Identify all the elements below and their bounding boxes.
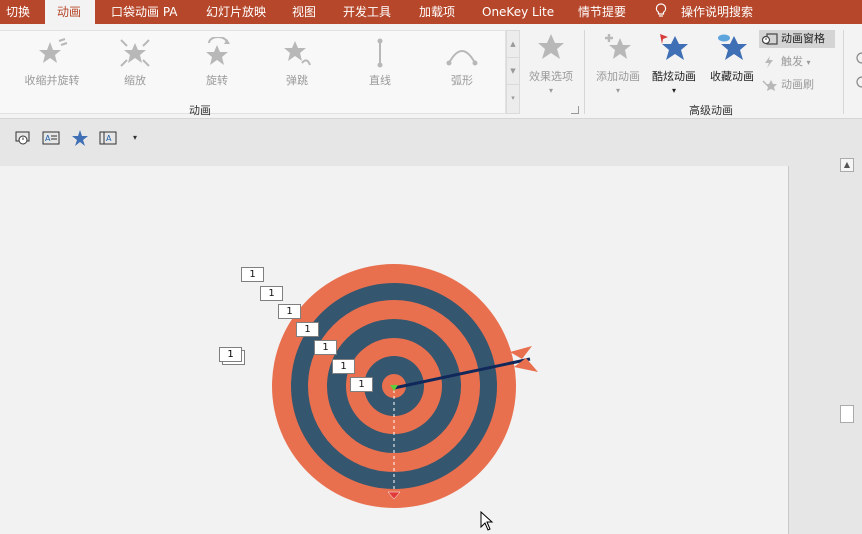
animation-pane-icon [762, 33, 778, 45]
tab-animations[interactable]: 动画 [45, 0, 95, 24]
cursor-icon [480, 511, 494, 531]
tab-onekey-lite[interactable]: OneKey Lite [482, 0, 554, 24]
timing-options-partial [856, 52, 862, 88]
target-graphic [272, 264, 538, 508]
animation-gallery: 收缩并旋转 缩放 旋转 弹跳 直线 弧形 [0, 30, 506, 114]
svg-text:A: A [106, 134, 112, 143]
gallery-item-label: 缩放 [124, 74, 146, 87]
star-shrink-spin-icon [39, 38, 68, 63]
animation-painter-label: 动画刷 [781, 78, 814, 91]
animation-painter-button[interactable]: 动画刷 [759, 76, 835, 94]
tab-view[interactable]: 视图 [292, 0, 316, 24]
stacked-order-tag[interactable]: 1 [219, 347, 245, 365]
favorite-animation-label: 收藏动画 [710, 70, 754, 83]
quick-toolbar: A A ▾ [0, 120, 862, 156]
group-label-advanced-animation: 高级动画 [689, 104, 733, 117]
arc-path-icon [446, 50, 478, 66]
animation-order-tag[interactable]: 1 [296, 322, 319, 337]
cool-animation-label: 酷炫动画 [652, 70, 696, 83]
animation-order-tag[interactable]: 1 [260, 286, 283, 301]
dialog-launcher-icon[interactable] [571, 106, 579, 114]
gallery-zoom[interactable]: 缩放 [100, 37, 170, 93]
tab-addins[interactable]: 加载项 [419, 0, 455, 24]
favorite-animation-button[interactable]: 收藏动画 [705, 32, 759, 84]
gallery-more[interactable]: ▾ [507, 85, 519, 112]
star-zoom-icon [120, 39, 150, 67]
animation-order-tag[interactable]: 1 [332, 359, 355, 374]
effect-options-label: 效果选项 [529, 70, 573, 83]
tab-pocket-animation[interactable]: 口袋动画 PA [111, 0, 178, 24]
chevron-down-icon: ▾ [671, 86, 676, 95]
trigger-button[interactable]: 触发 ▾ [759, 53, 835, 71]
tab-transitions[interactable]: 切换 [6, 0, 30, 24]
star-icon[interactable] [71, 129, 89, 147]
gallery-shrink-spin[interactable]: 收缩并旋转 [17, 37, 87, 93]
group-label-animation: 动画 [189, 104, 211, 117]
animation-order-tag[interactable]: 1 [278, 304, 301, 319]
gallery-item-label: 直线 [369, 74, 391, 87]
favorite-animation-icon [718, 34, 747, 60]
gallery-spin[interactable]: 旋转 [182, 37, 252, 93]
add-animation-label: 添加动画 [596, 70, 640, 83]
arrow-fletching-bottom[interactable] [514, 358, 538, 372]
effect-options-button[interactable]: 效果选项 ▾ [523, 32, 579, 95]
chevron-down-icon: ▾ [548, 86, 553, 95]
gallery-scrollbar[interactable]: ▲ ▼ ▾ [506, 30, 520, 114]
preview-icon[interactable] [14, 129, 32, 147]
ribbon-panel: 收缩并旋转 缩放 旋转 弹跳 直线 弧形 ▲ ▼ ▾ 效果选项 ▾ 动画 添加动… [0, 24, 862, 119]
animation-painter-icon [762, 80, 777, 91]
slide-canvas[interactable]: 1 1 1 1 1 1 1 1 [0, 166, 789, 534]
trigger-label: 触发 [781, 55, 803, 68]
vertical-scrollbar[interactable]: ▲ [838, 156, 856, 534]
animation-pane-label: 动画窗格 [781, 32, 825, 45]
animation-order-tag[interactable]: 1 [314, 340, 337, 355]
trigger-icon [765, 56, 773, 68]
lightbulb-icon [655, 3, 667, 17]
gallery-item-label: 收缩并旋转 [24, 74, 80, 87]
scroll-thumb[interactable] [840, 405, 854, 423]
ribbon-tab-bar: 切换 动画 口袋动画 PA 幻灯片放映 视图 开发工具 加载项 OneKey L… [0, 0, 862, 24]
gallery-item-label: 旋转 [206, 74, 228, 87]
gallery-bounce[interactable]: 弹跳 [262, 37, 332, 93]
textbox-icon[interactable]: A [42, 129, 60, 147]
chevron-down-icon: ▾ [806, 58, 811, 67]
gallery-arc-path[interactable]: 弧形 [427, 37, 497, 93]
arrow-fletching-top[interactable] [510, 346, 532, 359]
line-path-icon [377, 38, 383, 68]
add-animation-icon [605, 34, 631, 59]
tab-developer[interactable]: 开发工具 [343, 0, 391, 24]
gallery-scroll-down[interactable]: ▼ [507, 58, 519, 85]
gallery-item-label: 弧形 [451, 74, 473, 87]
tab-storyboard[interactable]: 情节提要 [578, 0, 626, 24]
tab-slideshow[interactable]: 幻灯片放映 [206, 0, 266, 24]
animation-order-tag[interactable]: 1 [350, 377, 373, 392]
animation-pane-button[interactable]: 动画窗格 [759, 30, 835, 48]
gallery-item-label: 弹跳 [286, 74, 308, 87]
cool-animation-button[interactable]: 酷炫动画 ▾ [647, 32, 701, 95]
scroll-up-button[interactable]: ▲ [840, 158, 854, 172]
chevron-down-icon: ▾ [615, 86, 620, 95]
gallery-line-path[interactable]: 直线 [345, 37, 415, 93]
svg-text:A: A [45, 134, 51, 143]
star-bounce-icon [284, 41, 311, 66]
add-animation-button[interactable]: 添加动画 ▾ [592, 32, 644, 95]
group-divider [843, 30, 844, 114]
cool-animation-icon [660, 34, 688, 60]
text-column-icon[interactable]: A [99, 129, 117, 147]
star-effect-icon [538, 34, 564, 59]
group-divider [584, 30, 585, 114]
tell-me-search[interactable]: 操作说明搜索 [681, 0, 753, 24]
gallery-scroll-up[interactable]: ▲ [507, 31, 519, 58]
customize-toolbar-chevron-icon[interactable]: ▾ [133, 129, 151, 147]
star-spin-icon [206, 37, 230, 65]
animation-order-tag[interactable]: 1 [241, 267, 264, 282]
stacked-tag-front: 1 [219, 347, 242, 362]
